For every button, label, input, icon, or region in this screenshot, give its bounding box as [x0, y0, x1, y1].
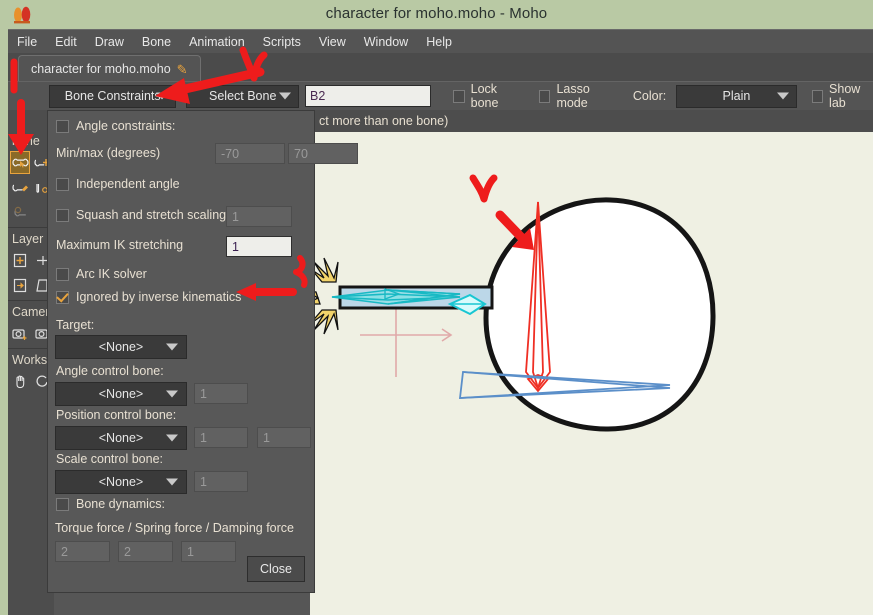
- angle-control-bone-value: <None>: [98, 387, 144, 401]
- color-dropdown-label: Plain: [722, 89, 751, 103]
- checkbox-box: [453, 89, 465, 103]
- squash-stretch-input[interactable]: 1: [226, 206, 292, 227]
- menu-animation[interactable]: Animation: [180, 32, 254, 52]
- menu-view[interactable]: View: [310, 32, 355, 52]
- close-button[interactable]: Close: [247, 556, 305, 582]
- independent-angle-label: Independent angle: [76, 177, 180, 191]
- bone-dynamics-label: Bone dynamics:: [76, 497, 165, 511]
- max-degrees-input[interactable]: 70: [288, 143, 358, 164]
- position-control-bone-value: <None>: [98, 431, 144, 445]
- arc-ik-solver-label: Arc IK solver: [76, 267, 147, 281]
- damping-force-input[interactable]: 1: [181, 541, 236, 562]
- checkbox-box: [56, 119, 69, 133]
- arc-ik-solver-checkbox[interactable]: Arc IK solver: [56, 267, 147, 281]
- moho-application-window: character for moho.moho - Moho File Edit…: [0, 0, 873, 615]
- position-control-scalar-x-input[interactable]: 1: [194, 427, 248, 448]
- position-control-scalar-y-input[interactable]: 1: [257, 427, 311, 448]
- menu-file[interactable]: File: [8, 32, 46, 52]
- lock-bone-label: Lock bone: [470, 82, 499, 110]
- tool-dropdown-label: Bone Constraints: [64, 89, 161, 103]
- target-dropdown-value: <None>: [98, 340, 144, 354]
- status-text-right: ct more than one bone): [319, 114, 449, 128]
- chevron-down-icon: [166, 343, 178, 351]
- squash-stretch-label: Squash and stretch scaling: [76, 208, 227, 222]
- checkbox-box-checked: [56, 290, 69, 304]
- menu-window[interactable]: Window: [355, 32, 417, 52]
- color-label: Color:: [632, 89, 667, 103]
- forces-label: Torque force / Spring force / Damping fo…: [55, 521, 295, 535]
- menu-edit[interactable]: Edit: [46, 32, 86, 52]
- show-labels-checkbox[interactable]: Show lab: [811, 82, 873, 110]
- tool-options-bar: Bone Constraints Select Bone B2 Lock bon…: [8, 81, 873, 111]
- scale-control-scalar-input[interactable]: 1: [194, 471, 248, 492]
- torque-force-input[interactable]: 2: [55, 541, 110, 562]
- menu-help[interactable]: Help: [417, 32, 461, 52]
- mode-dropdown[interactable]: Select Bone: [186, 84, 300, 108]
- bone-dynamics-checkbox[interactable]: Bone dynamics:: [56, 497, 165, 511]
- angle-control-bone-dropdown[interactable]: <None>: [55, 382, 187, 406]
- max-ik-stretching-label: Maximum IK stretching: [56, 238, 184, 252]
- menu-scripts[interactable]: Scripts: [254, 32, 310, 52]
- lasso-mode-label: Lasso mode: [556, 82, 590, 110]
- checkbox-box: [56, 177, 69, 191]
- target-dropdown[interactable]: <None>: [55, 335, 187, 359]
- checkbox-box: [539, 89, 551, 103]
- title-bar: character for moho.moho - Moho: [0, 0, 873, 29]
- offset-bone-icon[interactable]: [10, 201, 33, 224]
- checkbox-box: [56, 497, 69, 511]
- bone-constraints-dialog: Angle constraints: Min/max (degrees) -70…: [47, 110, 358, 593]
- translate-layer-icon[interactable]: [10, 249, 30, 272]
- show-labels-label: Show lab: [829, 82, 861, 110]
- color-dropdown[interactable]: Plain: [676, 84, 797, 108]
- chevron-down-icon: [166, 478, 178, 486]
- chevron-down-icon: [279, 92, 292, 100]
- position-control-bone-label: Position control bone:: [56, 408, 177, 422]
- minmax-label: Min/max (degrees): [56, 146, 161, 160]
- document-tab-label: character for moho.moho: [31, 62, 171, 76]
- bone-name-input[interactable]: B2: [305, 85, 432, 107]
- canvas-artwork: [310, 197, 716, 432]
- scale-control-bone-label: Scale control bone:: [56, 452, 164, 466]
- menu-draw[interactable]: Draw: [86, 32, 133, 52]
- independent-angle-checkbox[interactable]: Independent angle: [56, 177, 180, 191]
- position-control-bone-dropdown[interactable]: <None>: [55, 426, 187, 450]
- bone-strength-icon[interactable]: [10, 176, 30, 199]
- checkbox-box: [56, 208, 69, 222]
- angle-constraints-label: Angle constraints:: [76, 119, 176, 133]
- menu-bar: File Edit Draw Bone Animation Scripts Vi…: [8, 29, 873, 54]
- angle-control-bone-label: Angle control bone:: [56, 364, 164, 378]
- mode-dropdown-label: Select Bone: [209, 89, 277, 103]
- angle-control-scalar-input[interactable]: 1: [194, 383, 248, 404]
- max-ik-stretching-input[interactable]: 1: [226, 236, 292, 257]
- scale-control-bone-dropdown[interactable]: <None>: [55, 470, 187, 494]
- menu-bone[interactable]: Bone: [133, 32, 180, 52]
- tool-dropdown[interactable]: Bone Constraints: [49, 84, 177, 108]
- lock-bone-checkbox[interactable]: Lock bone: [453, 82, 520, 110]
- min-degrees-input[interactable]: -70: [215, 143, 285, 164]
- ignored-by-ik-checkbox[interactable]: Ignored by inverse kinematics: [56, 290, 241, 304]
- ignored-by-ik-label: Ignored by inverse kinematics: [76, 290, 242, 304]
- scale-control-bone-value: <None>: [98, 475, 144, 489]
- pan-workspace-icon[interactable]: [10, 370, 30, 393]
- checkbox-box: [811, 89, 824, 103]
- rotate-layer-icon[interactable]: [10, 274, 30, 297]
- checkbox-box: [56, 267, 69, 281]
- lasso-mode-checkbox[interactable]: Lasso mode: [539, 82, 615, 110]
- pencil-icon: ✎: [176, 61, 188, 77]
- track-camera-icon[interactable]: [10, 322, 30, 345]
- document-tab[interactable]: character for moho.moho ✎: [18, 55, 201, 82]
- target-label: Target:: [56, 318, 95, 332]
- chevron-down-icon: [166, 434, 178, 442]
- chevron-down-icon: [156, 92, 169, 100]
- document-tab-strip: character for moho.moho ✎: [8, 53, 873, 82]
- squash-stretch-checkbox[interactable]: Squash and stretch scaling: [56, 208, 226, 222]
- window-title: character for moho.moho - Moho: [325, 5, 548, 22]
- spring-force-input[interactable]: 2: [118, 541, 173, 562]
- angle-constraints-checkbox[interactable]: Angle constraints:: [56, 119, 175, 133]
- select-bone-icon[interactable]: [10, 151, 30, 174]
- drawing-canvas[interactable]: [310, 132, 873, 615]
- chevron-down-icon: [166, 390, 178, 398]
- chevron-down-icon: [776, 92, 789, 100]
